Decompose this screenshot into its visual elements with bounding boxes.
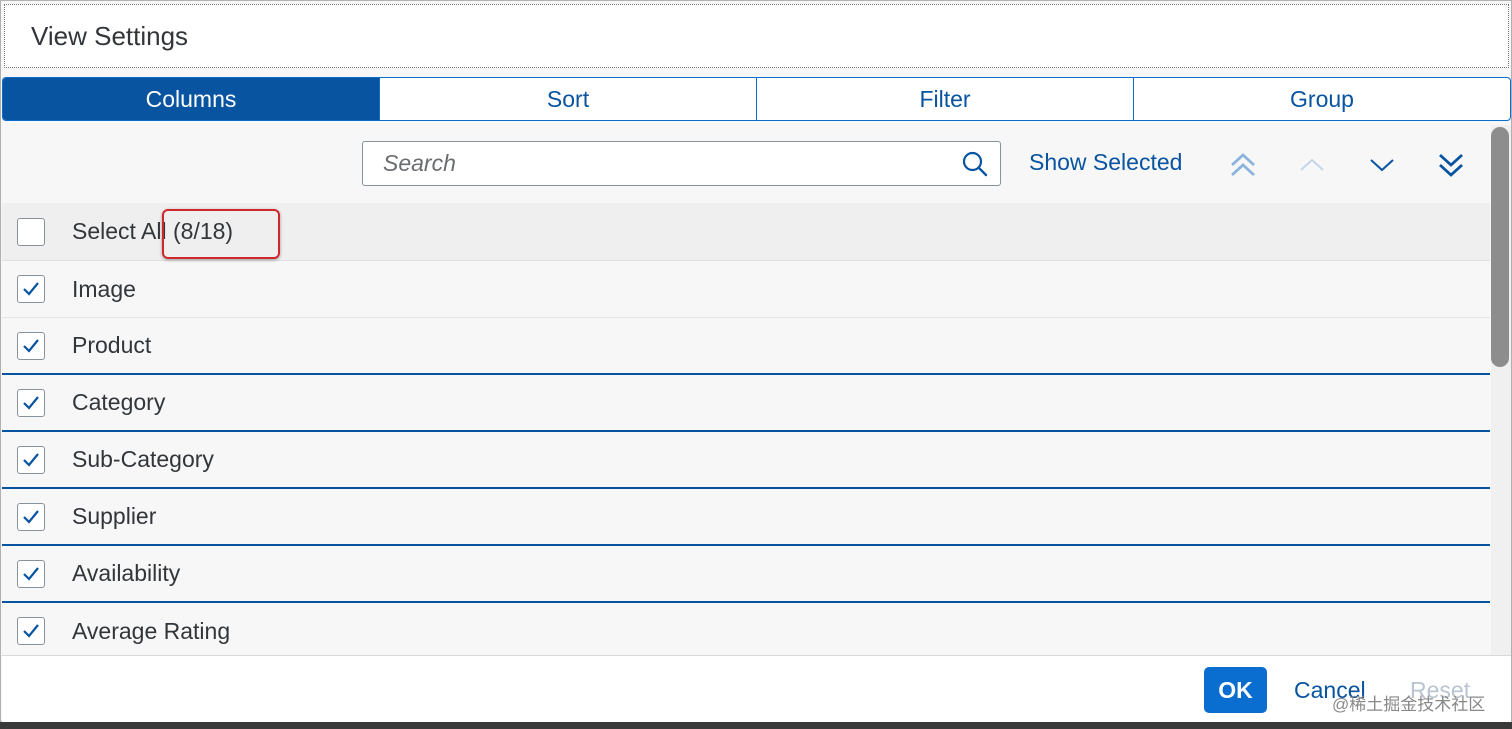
checkbox[interactable] [17, 502, 45, 531]
tab-group[interactable]: Group [1133, 78, 1510, 120]
list-scrollbar[interactable] [1491, 125, 1511, 655]
list-item-label: Product [72, 332, 152, 358]
list-item-label: Sub-Category [72, 446, 214, 472]
list-item-label: Category [72, 389, 166, 415]
checkbox[interactable] [17, 445, 45, 474]
watermark-text: @稀土掘金技术社区 [1332, 695, 1486, 714]
search-icon[interactable] [950, 142, 1000, 185]
checkmark-icon [23, 395, 39, 410]
dialog-header: View Settings [4, 4, 1509, 68]
dialog-footer: OK Cancel Reset @稀土掘金技术社区 [2, 655, 1511, 722]
checkbox[interactable] [17, 388, 45, 417]
search-input[interactable]: Search [362, 141, 1001, 186]
view-settings-dialog: View Settings Columns Sort Filter Group … [0, 0, 1512, 722]
checkmark-icon [23, 624, 39, 638]
scrollbar-thumb[interactable] [1491, 127, 1509, 367]
move-to-bottom-icon[interactable] [1429, 143, 1473, 187]
list-item-label: Image [72, 275, 136, 302]
dialog-title: View Settings [31, 20, 189, 51]
columns-list: Select All (8/18) Image Product Category [2, 203, 1490, 655]
ok-button[interactable]: OK [1204, 667, 1267, 713]
show-selected-link[interactable]: Show Selected [1029, 149, 1182, 176]
list-item-label: Availability [72, 560, 181, 586]
checkmark-icon [23, 282, 39, 296]
tab-columns[interactable]: Columns [3, 78, 379, 120]
checkbox[interactable] [17, 559, 45, 588]
move-to-top-icon[interactable] [1221, 143, 1265, 187]
list-item-supplier[interactable]: Supplier [2, 489, 1490, 546]
tab-sort[interactable]: Sort [379, 78, 756, 120]
checkmark-icon [23, 338, 39, 353]
checkmark-icon [23, 509, 39, 524]
list-item-availability[interactable]: Availability [2, 546, 1490, 603]
tab-filter[interactable]: Filter [756, 78, 1133, 120]
move-up-icon[interactable] [1290, 143, 1334, 187]
list-item-sub-category[interactable]: Sub-Category [2, 432, 1490, 489]
list-item-image[interactable]: Image [2, 261, 1490, 318]
columns-panel: Search Show Selected Select All (8/18) I… [2, 125, 1490, 655]
list-item-product[interactable]: Product [2, 318, 1490, 375]
search-placeholder: Search [383, 150, 456, 176]
list-item-label: Supplier [72, 503, 157, 529]
checkbox[interactable] [17, 275, 45, 303]
count-highlight-annotation [162, 209, 280, 259]
checkbox[interactable] [17, 617, 45, 645]
checkmark-icon [23, 566, 39, 581]
columns-toolbar: Search Show Selected [2, 125, 1490, 203]
tab-bar: Columns Sort Filter Group [2, 77, 1511, 121]
checkmark-icon [23, 452, 39, 467]
list-item-label: Average Rating [72, 617, 231, 644]
checkbox[interactable] [17, 331, 45, 360]
list-item-category[interactable]: Category [2, 375, 1490, 432]
move-down-icon[interactable] [1360, 143, 1404, 187]
list-item-average-rating[interactable]: Average Rating [2, 603, 1490, 655]
select-all-checkbox[interactable] [17, 217, 45, 246]
